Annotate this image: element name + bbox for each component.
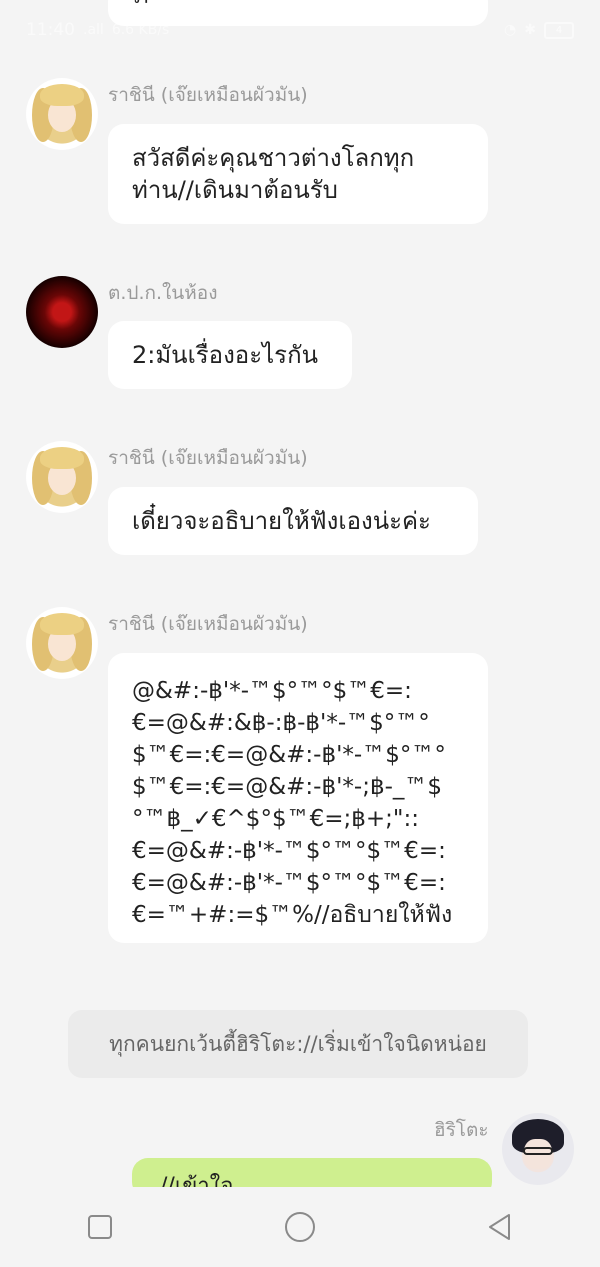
message-bubble[interactable]: สวัสดีค่ะคุณชาวต่างโลกทุก ท่าน//เดินมาต้… (108, 124, 488, 224)
square-icon (88, 1215, 112, 1239)
message-text: เดี๋ยวจะอธิบายให้ฟังเองน่ะค่ะ (132, 507, 431, 535)
navigation-bar (0, 1187, 600, 1267)
battery-icon: 4 (544, 21, 574, 39)
blonde-anime-girl-avatar[interactable] (26, 441, 98, 513)
message-bubble[interactable]: 2:มันเรื่องอะไรกัน (108, 321, 352, 389)
back-button[interactable] (460, 1187, 540, 1267)
message-bubble[interactable]: @&#:-฿'*-™$°™°$™€=: €=@&#:&฿-:฿-฿'*-™$°™… (108, 653, 488, 943)
circle-icon (285, 1212, 315, 1242)
signal-icon: .all (83, 22, 104, 38)
blonde-anime-girl-avatar[interactable] (26, 78, 98, 150)
recent-apps-button[interactable] (60, 1187, 140, 1267)
message-text: สวัสดีค่ะคุณชาวต่างโลกทุก ท่าน//เดินมาต้… (132, 144, 415, 204)
red-orb-avatar[interactable] (26, 276, 98, 348)
own-sender-name: ฮิริโตะ (434, 1119, 489, 1141)
message-text: @&#:-฿'*-™$°™°$™€=: €=@&#:&฿-:฿-฿'*-™$°™… (132, 678, 453, 928)
status-time: 11:40 (26, 20, 75, 40)
anime-boy-glasses-avatar[interactable] (502, 1113, 574, 1185)
system-message: ทุกคนยกเว้นตี้ฮิริโตะ://เริ่มเข้าใจนิดหน… (68, 1010, 528, 1078)
message-text: 2:มันเรื่องอะไรกัน (132, 341, 319, 369)
sender-name: ราชินี (เจ๊ยเหมือนผัวมัน) (108, 613, 308, 635)
home-button[interactable] (260, 1187, 340, 1267)
sender-name: ราชินี (เจ๊ยเหมือนผัวมัน) (108, 447, 308, 469)
sender-name: ราชินี (เจ๊ยเหมือนผัวมัน) (108, 84, 308, 106)
bluetooth-icon: ✱ (524, 22, 536, 38)
blonde-anime-girl-avatar[interactable] (26, 607, 98, 679)
alarm-icon: ◔ (504, 22, 517, 38)
message-bubble-partial[interactable]: ภ (108, 0, 488, 26)
message-bubble[interactable]: เดี๋ยวจะอธิบายให้ฟังเองน่ะค่ะ (108, 487, 478, 555)
triangle-back-icon (489, 1214, 510, 1240)
message-text-partial: ภ (134, 0, 149, 13)
status-right: ◔ ✱ 4 (504, 21, 574, 39)
sender-name: ต.ป.ก.ในห้อง (108, 282, 218, 304)
